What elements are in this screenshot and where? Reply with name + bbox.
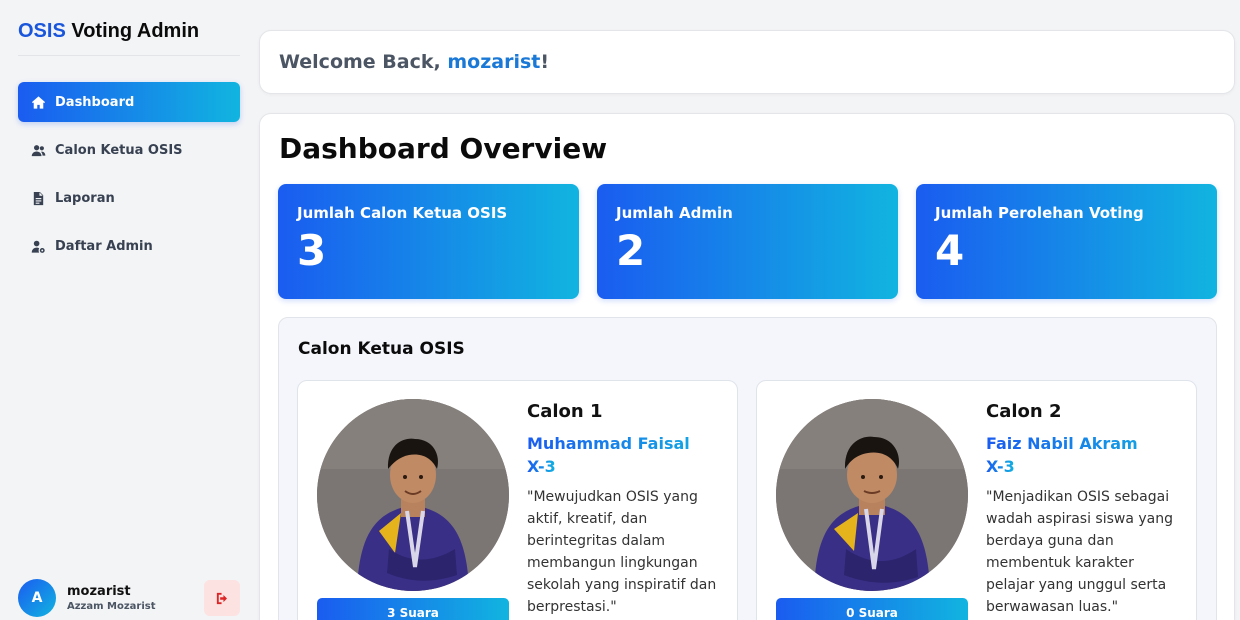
candidate-class: X-3 (986, 457, 1015, 476)
candidate-photo (317, 399, 509, 591)
users-icon (30, 142, 46, 158)
candidate-class: X-3 (527, 457, 556, 476)
home-icon (30, 94, 46, 110)
user-full-name: Azzam Mozarist (67, 601, 156, 612)
welcome-suffix: ! (540, 51, 550, 73)
sidebar-item-laporan[interactable]: Laporan (18, 178, 240, 218)
candidate-info: Calon 2 Faiz Nabil Akram X-3 "Menjadikan… (986, 401, 1186, 618)
user-profile: A mozarist Azzam Mozarist (18, 578, 240, 618)
app-title-accent: OSIS (18, 20, 66, 42)
candidate-number: Calon 2 (986, 401, 1062, 422)
vote-count-badge: 3 Suara (317, 598, 509, 620)
sidebar-item-label: Daftar Admin (55, 238, 153, 254)
user-gear-icon (30, 238, 46, 254)
candidate-name: Muhammad Faisal (527, 434, 727, 453)
sidebar: OSIS Voting Admin Dashboard Calon Ketua … (0, 0, 258, 620)
welcome-banner: Welcome Back, mozarist! (259, 30, 1235, 94)
user-info: mozarist Azzam Mozarist (67, 584, 204, 612)
dashboard-panel: Dashboard Overview Jumlah Calon Ketua OS… (259, 113, 1235, 620)
candidates-section: Calon Ketua OSIS 3 Suara Calon 1 Muhamma… (278, 317, 1217, 620)
candidate-vision: "Menjadikan OSIS sebagai wadah aspirasi … (986, 489, 1174, 615)
candidate-name: Faiz Nabil Akram (986, 434, 1186, 453)
candidate-photo (776, 399, 968, 591)
sidebar-nav: Dashboard Calon Ketua OSIS Laporan Dafta… (18, 82, 240, 274)
stat-label: Jumlah Admin (616, 204, 733, 222)
stat-value: 2 (616, 226, 646, 275)
candidates-title: Calon Ketua OSIS (298, 339, 465, 359)
logout-icon (216, 592, 227, 604)
avatar: A (18, 579, 56, 617)
user-username: mozarist (67, 584, 131, 599)
stat-card-admin: Jumlah Admin 2 (597, 184, 898, 299)
welcome-prefix: Welcome Back, (279, 51, 441, 73)
logout-button[interactable] (204, 580, 240, 616)
stat-value: 3 (297, 226, 327, 275)
sidebar-item-label: Calon Ketua OSIS (55, 142, 183, 158)
candidate-vision: "Mewujudkan OSIS yang aktif, kreatif, da… (527, 489, 717, 615)
sidebar-item-dashboard[interactable]: Dashboard (18, 82, 240, 122)
file-icon (30, 190, 46, 206)
app-title: OSIS Voting Admin (18, 20, 240, 56)
vote-count-badge: 0 Suara (776, 598, 968, 620)
candidate-info: Calon 1 Muhammad Faisal X-3 "Mewujudkan … (527, 401, 727, 618)
stat-label: Jumlah Perolehan Voting (935, 204, 1144, 222)
sidebar-item-label: Dashboard (55, 94, 135, 110)
sidebar-item-daftar-admin[interactable]: Daftar Admin (18, 226, 240, 266)
app-title-rest: Voting Admin (65, 20, 200, 42)
sidebar-item-label: Laporan (55, 190, 115, 206)
stat-label: Jumlah Calon Ketua OSIS (297, 204, 508, 222)
candidate-card: 0 Suara Calon 2 Faiz Nabil Akram X-3 "Me… (756, 380, 1197, 620)
page-title: Dashboard Overview (279, 132, 608, 165)
sidebar-item-calon-ketua-osis[interactable]: Calon Ketua OSIS (18, 130, 240, 170)
stat-card-voting: Jumlah Perolehan Voting 4 (916, 184, 1217, 299)
stat-card-calon: Jumlah Calon Ketua OSIS 3 (278, 184, 579, 299)
welcome-username: mozarist (447, 51, 541, 73)
stat-value: 4 (935, 226, 965, 275)
candidate-number: Calon 1 (527, 401, 603, 422)
candidate-card: 3 Suara Calon 1 Muhammad Faisal X-3 "Mew… (297, 380, 738, 620)
